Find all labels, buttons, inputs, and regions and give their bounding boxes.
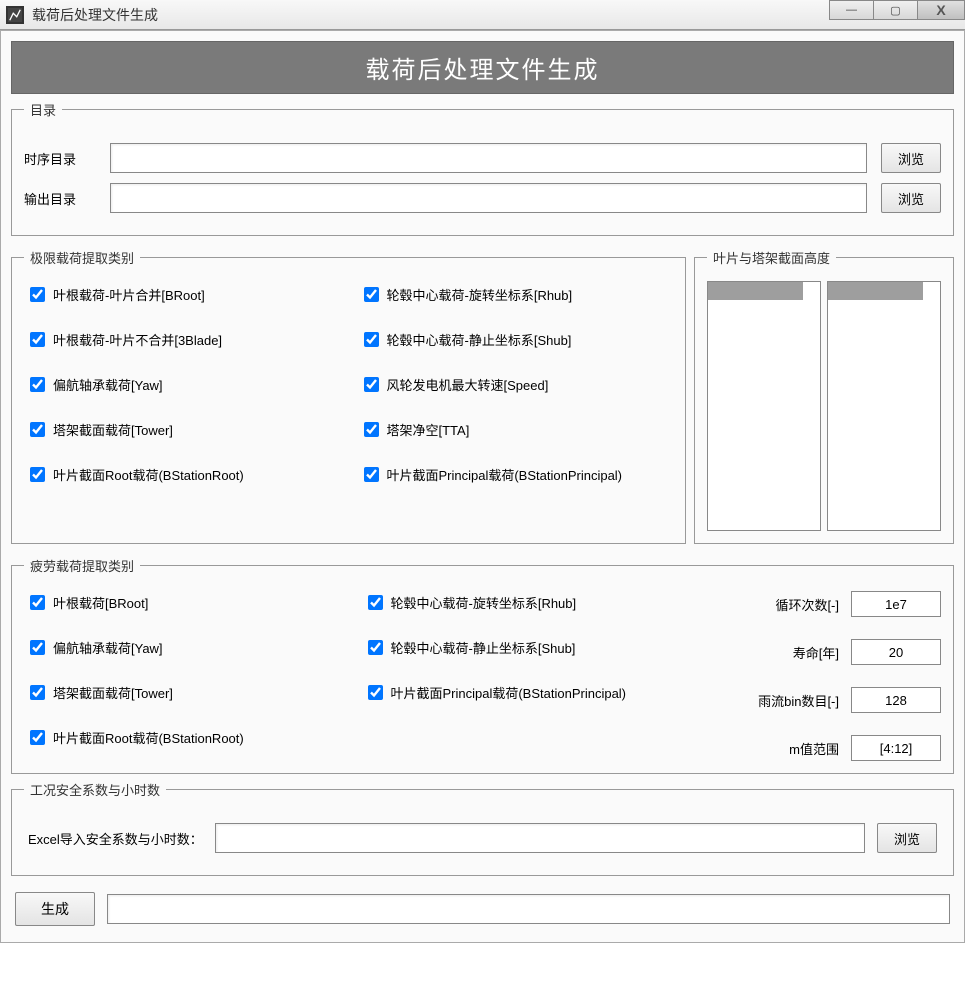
window-title: 载荷后处理文件生成 (32, 5, 830, 25)
m-range-row: m值范围 (701, 735, 941, 761)
life-label: 寿命[年] (793, 643, 839, 662)
extreme-check-shub-box[interactable] (364, 332, 379, 347)
heights-legend: 叶片与塔架截面高度 (707, 248, 836, 267)
fatigue-load-legend: 疲劳载荷提取类别 (24, 556, 140, 575)
extreme-check-3blade-box[interactable] (30, 332, 45, 347)
app-icon (6, 6, 24, 24)
cycles-label: 循环次数[-] (775, 595, 839, 614)
minimize-button[interactable]: — (829, 0, 874, 20)
safety-legend: 工况安全系数与小时数 (24, 780, 166, 799)
window-controls: — ▢ X (830, 0, 965, 29)
fatigue-check-bstationroot[interactable]: 叶片截面Root载荷(BStationRoot) (30, 728, 338, 747)
bins-row: 雨流bin数目[-] (701, 687, 941, 713)
extreme-check-rhub-box[interactable] (364, 287, 379, 302)
maximize-button[interactable]: ▢ (873, 0, 918, 20)
fatigue-check-bstationroot-box[interactable] (30, 730, 45, 745)
extreme-check-speed-box[interactable] (364, 377, 379, 392)
fatigue-check-broot[interactable]: 叶根载荷[BRoot] (30, 593, 338, 612)
safety-group: 工况安全系数与小时数 Excel导入安全系数与小时数： 浏览 (11, 780, 954, 876)
cycles-input[interactable] (851, 591, 941, 617)
bins-label: 雨流bin数目[-] (758, 691, 839, 710)
fatigue-check-shub[interactable]: 轮毂中心载荷-静止坐标系[Shub] (368, 638, 676, 657)
ts-dir-label: 时序目录 (24, 149, 96, 168)
extreme-check-3blade[interactable]: 叶根载荷-叶片不合并[3Blade] (30, 330, 334, 349)
generate-button[interactable]: 生成 (15, 892, 95, 926)
extreme-check-broot-box[interactable] (30, 287, 45, 302)
ts-dir-browse-button[interactable]: 浏览 (881, 143, 941, 173)
directory-group: 目录 时序目录 浏览 输出目录 浏览 (11, 100, 954, 236)
fatigue-check-tower-box[interactable] (30, 685, 45, 700)
out-dir-label: 输出目录 (24, 189, 96, 208)
out-dir-row: 输出目录 浏览 (24, 183, 941, 213)
out-dir-input[interactable] (110, 183, 867, 213)
extreme-check-shub[interactable]: 轮毂中心载荷-静止坐标系[Shub] (364, 330, 668, 349)
fatigue-check-shub-box[interactable] (368, 640, 383, 655)
extreme-check-rhub[interactable]: 轮毂中心载荷-旋转坐标系[Rhub] (364, 285, 668, 304)
extreme-load-group: 极限载荷提取类别 叶根载荷-叶片合并[BRoot] 叶根载荷-叶片不合并[3Bl… (11, 248, 686, 544)
m-range-input[interactable] (851, 735, 941, 761)
extreme-check-yaw-box[interactable] (30, 377, 45, 392)
extreme-check-bstationroot[interactable]: 叶片截面Root载荷(BStationRoot) (30, 465, 334, 484)
life-input[interactable] (851, 639, 941, 665)
fatigue-load-group: 疲劳载荷提取类别 叶根载荷[BRoot] 偏航轴承载荷[Yaw] 塔架截面载荷[… (11, 556, 954, 774)
bins-input[interactable] (851, 687, 941, 713)
m-range-label: m值范围 (789, 739, 839, 758)
life-row: 寿命[年] (701, 639, 941, 665)
fatigue-check-yaw[interactable]: 偏航轴承载荷[Yaw] (30, 638, 338, 657)
close-button[interactable]: X (917, 0, 965, 20)
extreme-check-speed[interactable]: 风轮发电机最大转速[Speed] (364, 375, 668, 394)
fatigue-check-rhub[interactable]: 轮毂中心载荷-旋转坐标系[Rhub] (368, 593, 676, 612)
fatigue-check-bstationprincipal[interactable]: 叶片截面Principal载荷(BStationPrincipal) (368, 683, 676, 702)
page-title: 载荷后处理文件生成 (11, 41, 954, 94)
status-output[interactable] (107, 894, 950, 924)
extreme-check-broot[interactable]: 叶根载荷-叶片合并[BRoot] (30, 285, 334, 304)
extreme-check-tta-box[interactable] (364, 422, 379, 437)
fatigue-check-broot-box[interactable] (30, 595, 45, 610)
ts-dir-input[interactable] (110, 143, 867, 173)
extreme-check-yaw[interactable]: 偏航轴承载荷[Yaw] (30, 375, 334, 394)
fatigue-check-bstationprincipal-box[interactable] (368, 685, 383, 700)
extreme-check-bstationprincipal-box[interactable] (364, 467, 379, 482)
titlebar: 载荷后处理文件生成 — ▢ X (0, 0, 965, 30)
blade-heights-list[interactable] (707, 281, 821, 531)
safety-label: Excel导入安全系数与小时数： (28, 829, 203, 848)
extreme-check-tta[interactable]: 塔架净空[TTA] (364, 420, 668, 439)
window-body: 载荷后处理文件生成 目录 时序目录 浏览 输出目录 浏览 极限载荷提取类别 叶根… (0, 30, 965, 943)
fatigue-check-tower[interactable]: 塔架截面载荷[Tower] (30, 683, 338, 702)
fatigue-check-yaw-box[interactable] (30, 640, 45, 655)
ts-dir-row: 时序目录 浏览 (24, 143, 941, 173)
directory-legend: 目录 (24, 100, 62, 119)
fatigue-check-rhub-box[interactable] (368, 595, 383, 610)
safety-browse-button[interactable]: 浏览 (877, 823, 937, 853)
extreme-check-bstationroot-box[interactable] (30, 467, 45, 482)
close-icon: X (936, 2, 945, 18)
generate-row: 生成 (11, 886, 954, 932)
extreme-check-bstationprincipal[interactable]: 叶片截面Principal载荷(BStationPrincipal) (364, 465, 668, 484)
extreme-check-tower[interactable]: 塔架截面载荷[Tower] (30, 420, 334, 439)
heights-group: 叶片与塔架截面高度 (694, 248, 954, 544)
tower-heights-list[interactable] (827, 281, 941, 531)
minimize-icon: — (846, 4, 857, 16)
extreme-check-tower-box[interactable] (30, 422, 45, 437)
maximize-icon: ▢ (890, 4, 900, 17)
cycles-row: 循环次数[-] (701, 591, 941, 617)
safety-input[interactable] (215, 823, 865, 853)
extreme-load-legend: 极限载荷提取类别 (24, 248, 140, 267)
out-dir-browse-button[interactable]: 浏览 (881, 183, 941, 213)
